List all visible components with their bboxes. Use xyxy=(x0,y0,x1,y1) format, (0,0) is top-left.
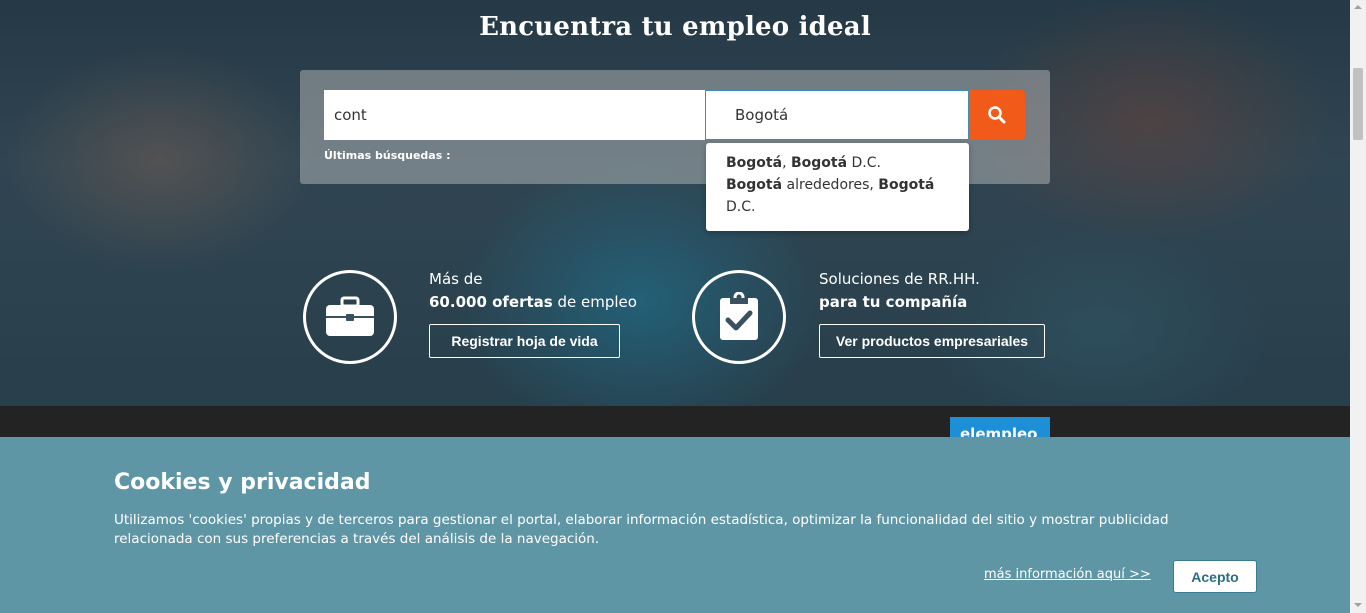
cookie-title: Cookies y privacidad xyxy=(114,470,371,495)
scroll-thumb[interactable] xyxy=(1353,68,1363,140)
companies-text: Soluciones de RR.HH. para tu compañía xyxy=(819,268,980,314)
suggestion-match: Bogotá xyxy=(726,155,783,171)
suggestion-match: Bogotá xyxy=(790,155,848,171)
scroll-down-icon[interactable] xyxy=(1354,603,1362,607)
accept-cookies-button[interactable]: Acepto xyxy=(1173,560,1257,593)
candidates-line2-rest: de empleo xyxy=(552,293,637,311)
suggestion-rest: D.C. xyxy=(726,199,756,215)
candidates-line1: Más de xyxy=(429,270,483,288)
cookie-banner: Cookies y privacidad Utilizamos 'cookies… xyxy=(0,437,1350,613)
more-info-link[interactable]: más información aquí >> xyxy=(984,567,1151,582)
page-scrollbar[interactable] xyxy=(1350,0,1366,613)
companies-line2: para tu compañía xyxy=(819,291,980,314)
search-button[interactable] xyxy=(969,90,1025,140)
location-input[interactable] xyxy=(705,90,969,140)
keyword-input[interactable] xyxy=(324,90,706,140)
candidates-line2: 60.000 ofertas de empleo xyxy=(429,291,637,314)
logo-text: elempleo xyxy=(960,425,1038,437)
page-title: Encuentra tu empleo ideal xyxy=(479,12,871,42)
candidates-text: Más de 60.000 ofertas de empleo xyxy=(429,268,637,314)
elempleo-logo[interactable]: elempleo xyxy=(950,417,1050,437)
cookie-text: Utilizamos 'cookies' propias y de tercer… xyxy=(114,512,1169,547)
suggestion-rest: D.C. xyxy=(847,155,881,171)
footer-band xyxy=(0,406,1350,437)
recent-searches-label: Últimas búsquedas : xyxy=(324,149,451,162)
hero-overlay xyxy=(0,0,1350,406)
clipboard-check-icon xyxy=(720,292,758,340)
briefcase-circle xyxy=(303,270,397,364)
companies-line2-bold: para tu compañía xyxy=(819,293,968,311)
business-products-button[interactable]: Ver productos empresariales xyxy=(819,324,1045,358)
suggestion-match: Bogotá xyxy=(726,177,783,193)
clipboard-circle xyxy=(692,270,786,364)
suggestion-item[interactable]: Bogotá, Bogotá D.C. xyxy=(726,152,959,174)
scroll-up-icon[interactable] xyxy=(1354,5,1362,9)
companies-line1: Soluciones de RR.HH. xyxy=(819,270,980,288)
suggestion-match: Bogotá xyxy=(878,177,935,193)
suggestion-item[interactable]: Bogotá alrededores, Bogotá D.C. xyxy=(726,174,959,218)
suggestion-sep: alrededores, xyxy=(782,177,879,193)
search-icon xyxy=(988,106,1006,124)
suggestion-sep: , xyxy=(782,155,791,171)
candidates-offers-count: 60.000 ofertas xyxy=(429,293,553,311)
hero-section: Encuentra tu empleo ideal Últimas búsque… xyxy=(0,0,1350,406)
location-suggestions: Bogotá, Bogotá D.C. Bogotá alrededores, … xyxy=(706,143,969,231)
briefcase-icon xyxy=(326,296,374,336)
register-cv-button[interactable]: Registrar hoja de vida xyxy=(429,324,620,358)
